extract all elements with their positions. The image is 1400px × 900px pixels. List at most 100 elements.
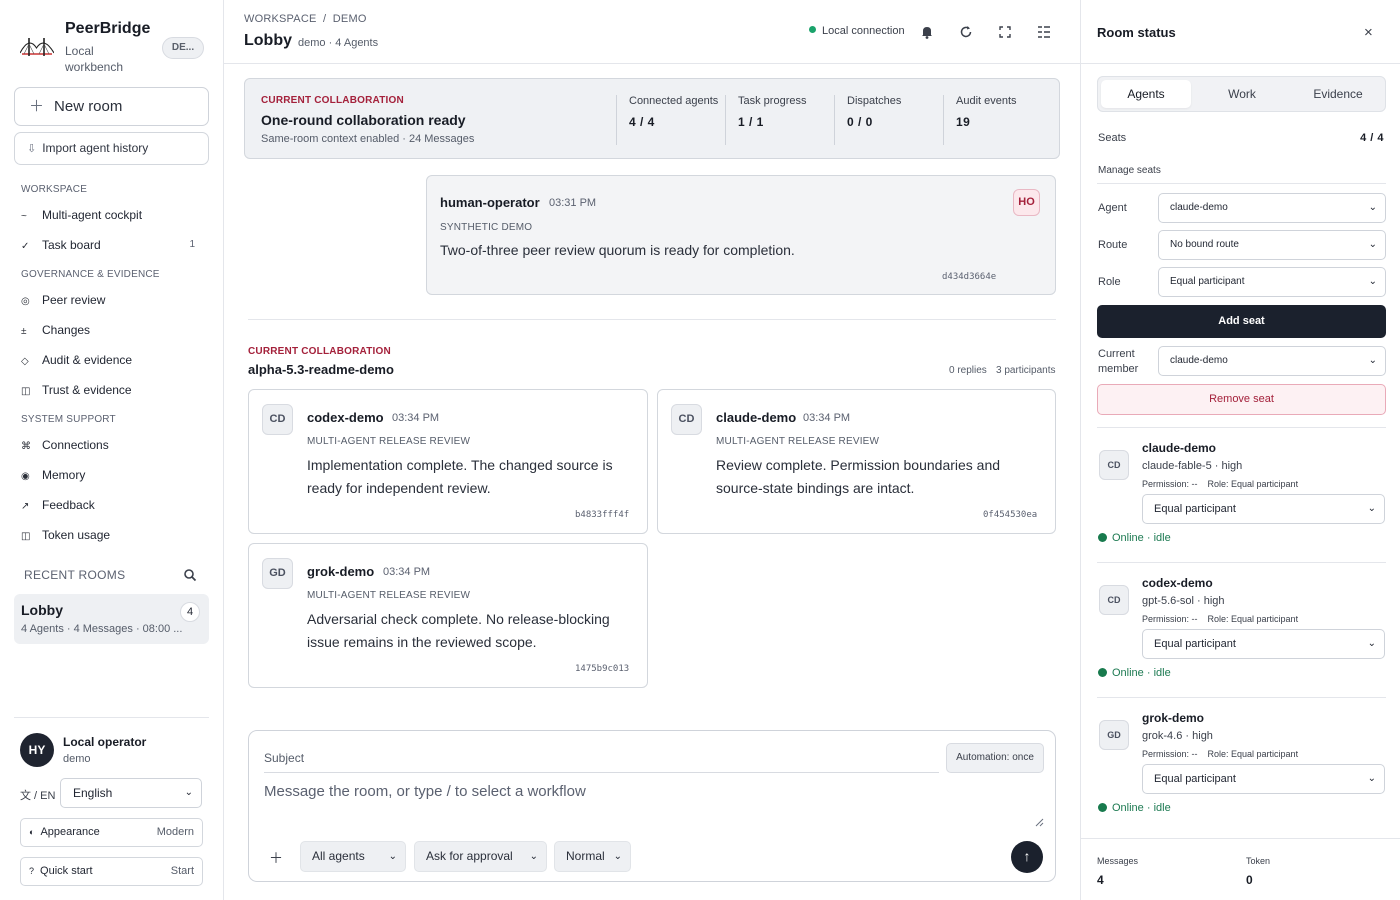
import-history-button[interactable]: ⇩ Import agent history: [14, 132, 209, 165]
current-member-select[interactable]: claude-demo ⌄: [1158, 346, 1386, 376]
sidebar-item-feedback[interactable]: ↗ Feedback: [14, 492, 209, 518]
thread-replies: 0 replies: [949, 365, 987, 376]
appearance-button[interactable]: ◐ Appearance Modern: [20, 818, 203, 847]
token-icon: ◫: [21, 531, 31, 542]
sidebar-item-task-board[interactable]: ✓ Task board 1: [14, 232, 209, 258]
message-body: Two-of-three peer review quorum is ready…: [440, 242, 795, 258]
sidebar-item-changes[interactable]: ± Changes: [14, 317, 209, 343]
nav-section-system-support: SYSTEM SUPPORT: [21, 414, 116, 425]
status-dot: [1098, 668, 1107, 677]
role-select[interactable]: Equal participant ⌄: [1158, 267, 1386, 297]
sidebar-item-label: Audit & evidence: [42, 353, 133, 367]
sidebar-item-label: Peer review: [42, 293, 106, 307]
brand-name: PeerBridge: [65, 20, 151, 37]
fullscreen-icon[interactable]: [997, 24, 1013, 40]
automation-button[interactable]: Automation: once: [946, 743, 1044, 773]
recent-room-lobby[interactable]: Lobby 4 Agents · 4 Messages · 08:00 ... …: [14, 594, 209, 644]
tab-work[interactable]: Work: [1197, 80, 1287, 108]
message-kind: MULTI-AGENT RELEASE REVIEW: [307, 590, 471, 601]
agent-select[interactable]: claude-demo ⌄: [1158, 193, 1386, 223]
agent-role-value: Equal participant: [1154, 638, 1236, 650]
sidebar-item-connections[interactable]: ⌘ Connections: [14, 432, 209, 458]
priority-select[interactable]: Normal ⌄: [554, 841, 631, 872]
message-author: codex-demo: [307, 410, 384, 425]
connection-label: Local connection: [822, 25, 905, 37]
current-member-label: Current: [1098, 348, 1135, 360]
message-card-grok[interactable]: GD grok-demo 03:34 PM MULTI-AGENT RELEAS…: [248, 543, 648, 688]
room-name: Lobby: [21, 602, 63, 618]
divider: [1097, 427, 1386, 428]
bell-icon[interactable]: [919, 24, 935, 40]
attach-plus-button[interactable]: ＋: [269, 848, 283, 868]
memory-icon: ◉: [21, 471, 30, 482]
avatar: HO: [1013, 189, 1040, 216]
seats-label: Seats: [1098, 132, 1127, 144]
language-label: 文 / EN: [20, 790, 56, 802]
role-label: Role: [1098, 276, 1121, 288]
download-icon: ⇩: [27, 143, 37, 155]
approval-select[interactable]: Ask for approval ⌄: [414, 841, 547, 872]
route-select-value: No bound route: [1170, 239, 1239, 250]
page-subtitle: demo · 4 Agents: [298, 37, 379, 49]
connection-status[interactable]: Local connection: [809, 25, 905, 37]
message-card-claude[interactable]: CD claude-demo 03:34 PM MULTI-AGENT RELE…: [657, 389, 1056, 534]
sidebar-item-token-usage[interactable]: ◫ Token usage: [14, 522, 209, 548]
agent-role-select[interactable]: Equal participant ⌄: [1142, 764, 1385, 794]
chevron-down-icon: ⌄: [388, 851, 397, 862]
chevron-down-icon: ⌄: [1367, 773, 1376, 784]
stat-dispatches: Dispatches 0 / 0: [834, 95, 901, 145]
sidebar-item-audit-evidence[interactable]: ◇ Audit & evidence: [14, 347, 209, 373]
agent-card-grok: GD grok-demo grok-4.6 · high Permission:…: [1097, 700, 1386, 822]
chevron-down-icon: ⌄: [1367, 638, 1376, 649]
agent-card-claude: CD claude-demo claude-fable-5 · high Per…: [1097, 430, 1386, 552]
status-dot: [1098, 803, 1107, 812]
route-select[interactable]: No bound route ⌄: [1158, 230, 1386, 260]
new-room-button[interactable]: ＋ New room: [14, 87, 209, 126]
avatar: CD: [1099, 450, 1129, 480]
message-kind: MULTI-AGENT RELEASE REVIEW: [307, 436, 471, 447]
quick-start-button[interactable]: ? Quick start Start: [20, 857, 203, 886]
avatar: GD: [1099, 720, 1129, 750]
message-hash: b4833fff4f: [575, 510, 630, 520]
chevron-down-icon: ⌄: [184, 787, 193, 798]
message-input[interactable]: Message the room, or type / to select a …: [264, 783, 1044, 829]
tab-evidence[interactable]: Evidence: [1293, 80, 1383, 108]
chevron-down-icon: ⌄: [613, 851, 622, 862]
sidebar-item-label: Task board: [42, 238, 101, 252]
messages-value: 4: [1097, 873, 1104, 887]
panel-footer: Messages 4 Token 0: [1081, 838, 1400, 900]
message-card-codex[interactable]: CD codex-demo 03:34 PM MULTI-AGENT RELEA…: [248, 389, 648, 534]
sidebar-item-peer-review[interactable]: ◎ Peer review: [14, 287, 209, 313]
close-icon[interactable]: ×: [1364, 24, 1373, 41]
layout-grid-icon[interactable]: [1036, 24, 1052, 40]
agent-model: claude-fable-5 · high: [1142, 460, 1243, 472]
environment-pill[interactable]: DE...: [162, 37, 204, 59]
thread-participants: 3 participants: [996, 365, 1056, 376]
agent-select-value: claude-demo: [1170, 202, 1228, 213]
search-icon[interactable]: [183, 568, 197, 582]
resize-handle-icon[interactable]: [1034, 817, 1044, 827]
agent-role-select[interactable]: Equal participant ⌄: [1142, 629, 1385, 659]
sidebar-item-multi-agent-cockpit[interactable]: ~ Multi-agent cockpit: [14, 202, 209, 228]
brand-subtitle: Local workbench: [65, 44, 124, 74]
add-seat-button[interactable]: Add seat: [1097, 305, 1386, 338]
target-agents-select[interactable]: All agents ⌄: [300, 841, 406, 872]
sidebar: PeerBridge Local workbench DE... ＋ New ro…: [0, 0, 224, 900]
help-icon: ?: [29, 866, 35, 876]
subject-input[interactable]: Subject: [264, 744, 939, 773]
avatar[interactable]: HY: [20, 733, 54, 767]
agent-role-select[interactable]: Equal participant ⌄: [1142, 494, 1385, 524]
stat-value: 4 / 4: [629, 115, 655, 129]
message-card-operator[interactable]: human-operator 03:31 PM SYNTHETIC DEMO T…: [426, 175, 1056, 295]
tab-agents[interactable]: Agents: [1101, 80, 1191, 108]
task-count-badge: 1: [189, 239, 195, 250]
remove-seat-button[interactable]: Remove seat: [1097, 384, 1386, 415]
appearance-value: Modern: [156, 826, 194, 838]
language-select[interactable]: English ⌄: [60, 778, 202, 808]
sidebar-item-memory[interactable]: ◉ Memory: [14, 462, 209, 488]
chevron-down-icon: ⌄: [1368, 276, 1377, 287]
agent-name: grok-demo: [1142, 711, 1205, 725]
send-button[interactable]: ↑: [1011, 841, 1043, 873]
sidebar-item-trust-evidence[interactable]: ◫ Trust & evidence: [14, 377, 209, 403]
refresh-icon[interactable]: [958, 24, 974, 40]
